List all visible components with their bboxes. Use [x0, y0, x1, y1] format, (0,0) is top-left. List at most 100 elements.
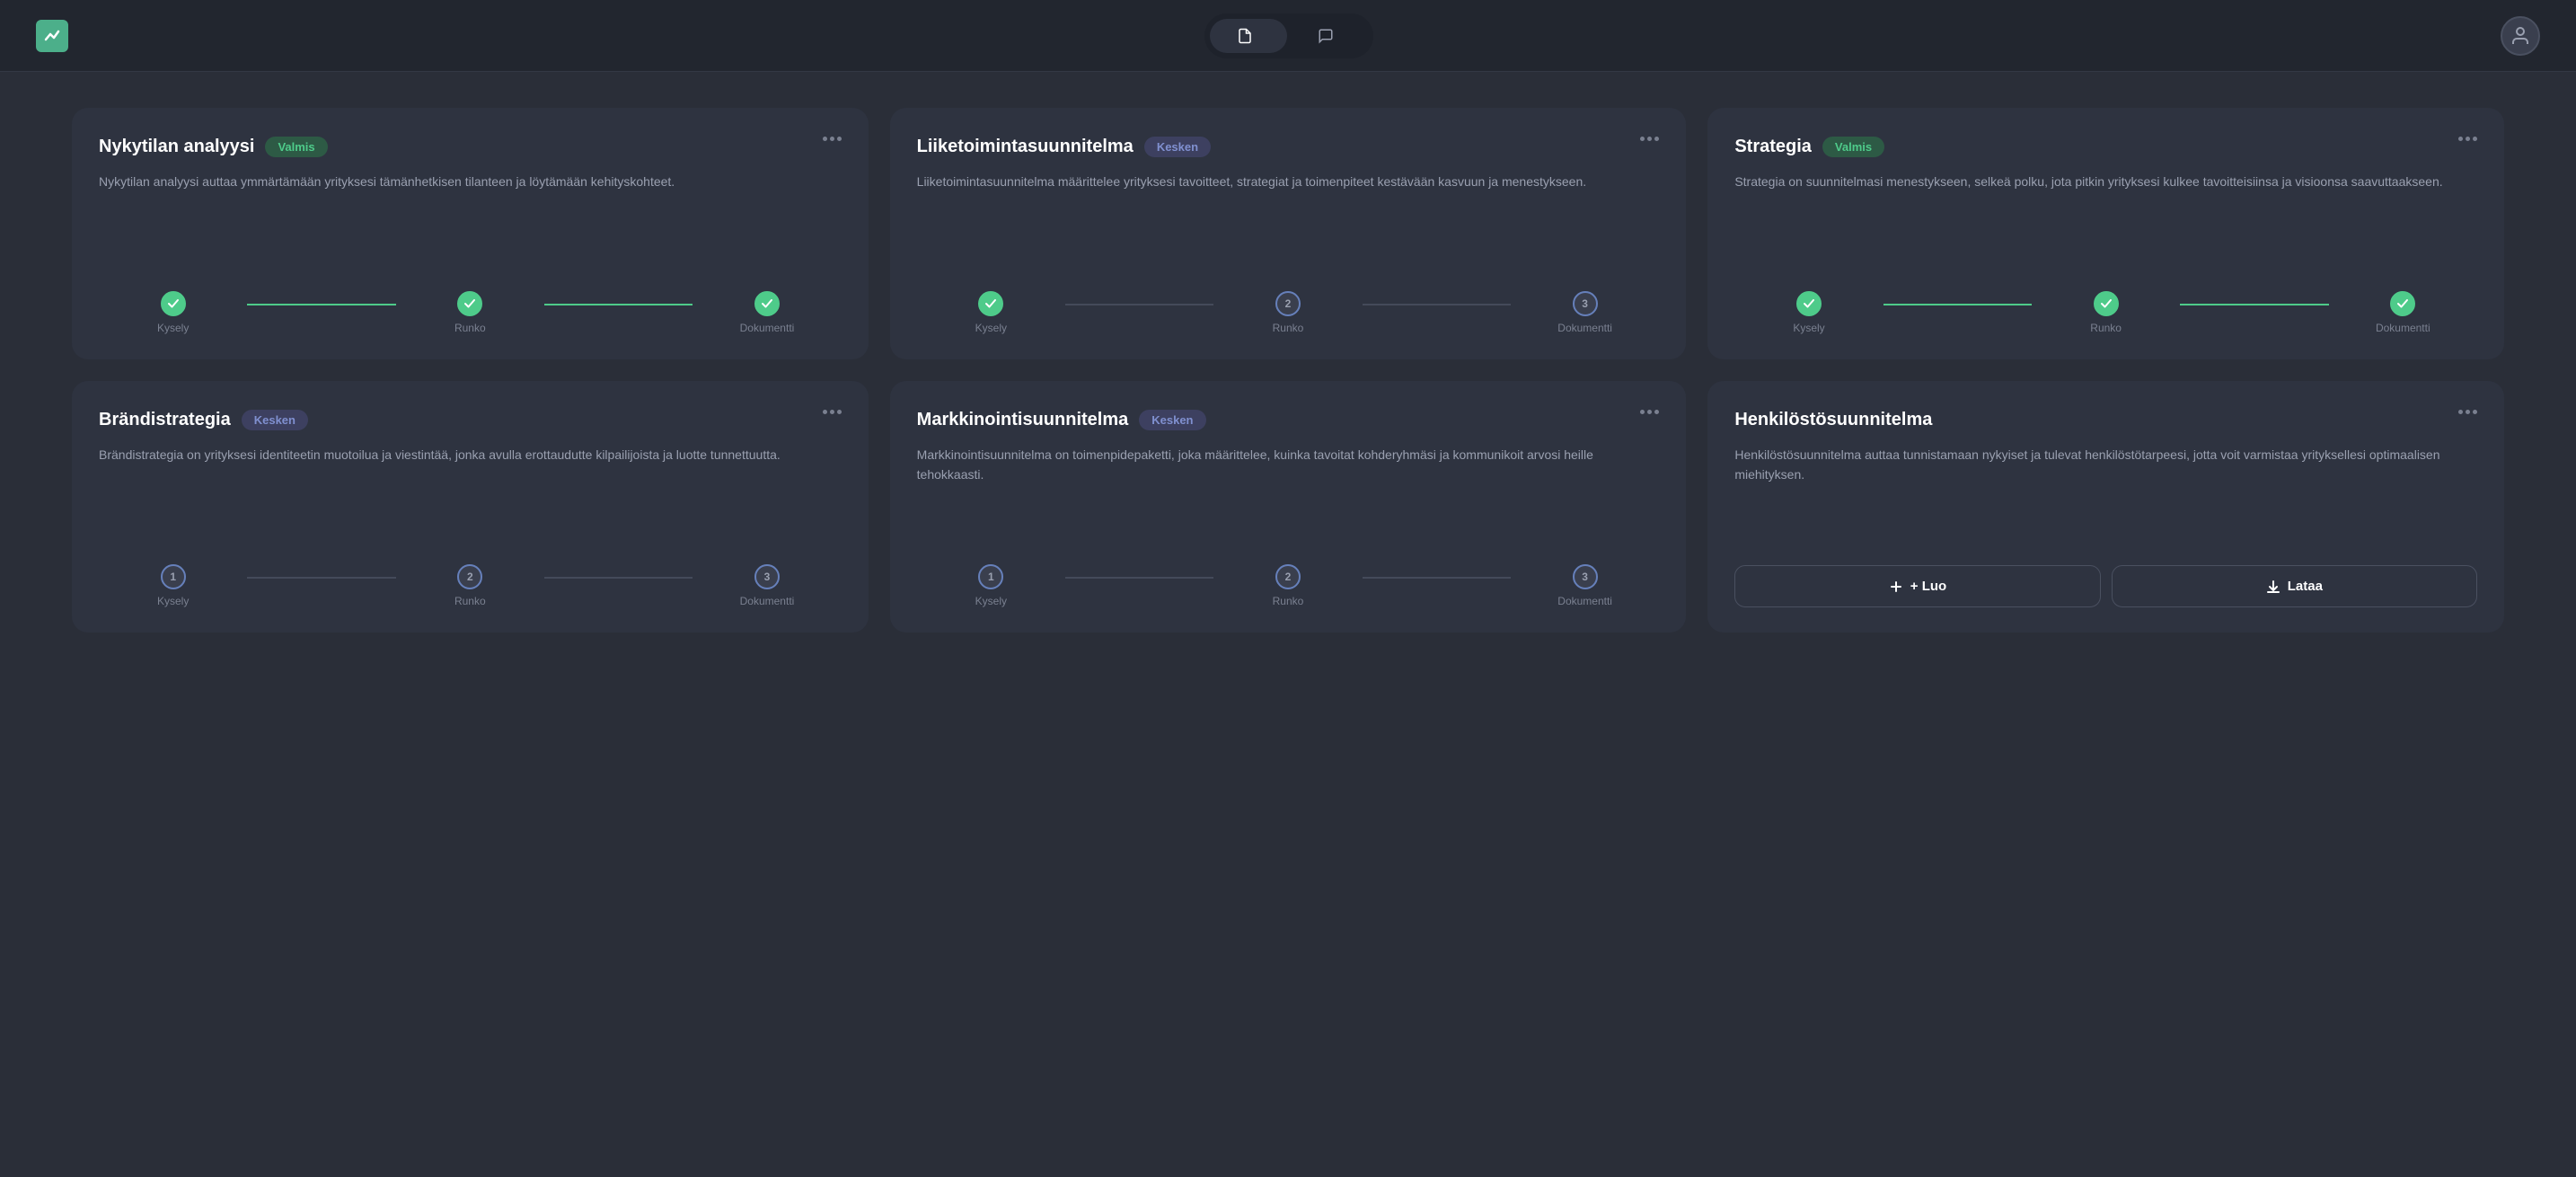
step-item: 3 Dokumentti: [1511, 564, 1659, 607]
step-circle-num: 3: [1573, 564, 1598, 589]
card-title-row: Henkilöstösuunnitelma: [1734, 410, 1932, 430]
step-label: Runko: [1273, 595, 1304, 607]
card-title-row: Strategia Valmis: [1734, 137, 1884, 157]
card-title: Markkinointisuunnitelma: [917, 410, 1129, 430]
card-liiketoimintasuunnitelma: Liiketoimintasuunnitelma Kesken Liiketoi…: [890, 108, 1687, 359]
logo-icon: [36, 20, 68, 52]
step-label: Runko: [454, 595, 486, 607]
step-label: Kysely: [1793, 322, 1824, 334]
step-label: Dokumentti: [740, 595, 795, 607]
step-circle-num: 1: [978, 564, 1003, 589]
step-connector: [544, 577, 693, 579]
step-connector: [544, 304, 693, 305]
steps-row: 1 Kysely 2 Runko 3 Dokumentti: [917, 564, 1660, 607]
step-item: Runko: [2032, 291, 2180, 334]
step-circle-done: [754, 291, 780, 316]
step-circle-num: 2: [1275, 564, 1301, 589]
step-item: Kysely: [99, 291, 247, 334]
step-circle-done: [161, 291, 186, 316]
step-item: Kysely: [1734, 291, 1883, 334]
step-label: Runko: [1273, 322, 1304, 334]
step-circle-num: 3: [1573, 291, 1598, 316]
card-title-row: Nykytilan analyysi Valmis: [99, 137, 328, 157]
step-label: Kysely: [157, 322, 189, 334]
card-header: Strategia Valmis: [1734, 137, 2477, 157]
step-item: 1 Kysely: [99, 564, 247, 607]
step-connector: [1065, 577, 1213, 579]
step-item: Runko: [396, 291, 544, 334]
more-menu-button[interactable]: [823, 137, 842, 141]
card-title: Nykytilan analyysi: [99, 137, 254, 157]
card-title: Henkilöstösuunnitelma: [1734, 410, 1932, 430]
card-markkinointisuunnitelma: Markkinointisuunnitelma Kesken Markkinoi…: [890, 381, 1687, 633]
step-connector: [247, 577, 395, 579]
step-label: Kysely: [975, 322, 1007, 334]
card-description: Strategia on suunnitelmasi menestykseen,…: [1734, 172, 2477, 270]
card-description: Brändistrategia on yrityksesi identiteet…: [99, 445, 842, 543]
card-brandistrategia: Brändistrategia Kesken Brändistrategia o…: [72, 381, 869, 633]
more-menu-button[interactable]: [823, 410, 842, 414]
step-item: Dokumentti: [693, 291, 841, 334]
step-label: Dokumentti: [1557, 595, 1612, 607]
step-connector: [1065, 304, 1213, 305]
status-badge: Kesken: [1139, 410, 1205, 430]
card-strategia: Strategia Valmis Strategia on suunnitelm…: [1707, 108, 2504, 359]
plus-icon: [1889, 580, 1903, 594]
step-circle-done: [2094, 291, 2119, 316]
step-item: 2 Runko: [1213, 291, 1362, 334]
more-menu-button[interactable]: [1640, 137, 1659, 141]
card-title-row: Brändistrategia Kesken: [99, 410, 308, 430]
user-icon: [2510, 25, 2531, 47]
card-title: Brändistrategia: [99, 410, 231, 430]
more-menu-button[interactable]: [2458, 410, 2477, 414]
nav-tyokalut[interactable]: [1210, 19, 1287, 53]
step-item: 3 Dokumentti: [693, 564, 841, 607]
step-label: Dokumentti: [2376, 322, 2430, 334]
steps-row: Kysely Runko Dokumentti: [99, 291, 842, 334]
card-title: Strategia: [1734, 137, 1812, 157]
status-badge: Valmis: [265, 137, 327, 157]
step-label: Dokumentti: [1557, 322, 1612, 334]
step-connector: [1883, 304, 2032, 305]
step-circle-done: [2390, 291, 2415, 316]
card-nykytilan-analyysi: Nykytilan analyysi Valmis Nykytilan anal…: [72, 108, 869, 359]
logo: [36, 20, 77, 52]
step-label: Kysely: [975, 595, 1007, 607]
step-item: Dokumentti: [2329, 291, 2477, 334]
card-header: Markkinointisuunnitelma Kesken: [917, 410, 1660, 430]
step-item: 2 Runko: [396, 564, 544, 607]
user-avatar[interactable]: [2501, 16, 2540, 56]
main-nav: [1204, 13, 1373, 58]
more-menu-button[interactable]: [1640, 410, 1659, 414]
step-item: Kysely: [917, 291, 1065, 334]
step-label: Dokumentti: [740, 322, 795, 334]
step-label: Runko: [2090, 322, 2122, 334]
card-header: Nykytilan analyysi Valmis: [99, 137, 842, 157]
step-connector: [1363, 577, 1511, 579]
step-item: 1 Kysely: [917, 564, 1065, 607]
step-circle-done: [1796, 291, 1822, 316]
step-circle-num: 2: [457, 564, 482, 589]
step-connector: [2180, 304, 2328, 305]
card-actions: + Luo Lataa: [1734, 565, 2477, 607]
card-header: Liiketoimintasuunnitelma Kesken: [917, 137, 1660, 157]
chat-icon: [1318, 28, 1334, 44]
steps-row: Kysely 2 Runko 3 Dokumentti: [917, 291, 1660, 334]
card-title-row: Markkinointisuunnitelma Kesken: [917, 410, 1206, 430]
more-menu-button[interactable]: [2458, 137, 2477, 141]
document-icon: [1237, 28, 1253, 44]
step-circle-num: 1: [161, 564, 186, 589]
step-item: 2 Runko: [1213, 564, 1362, 607]
nav-chat[interactable]: [1291, 19, 1368, 53]
card-description: Henkilöstösuunnitelma auttaa tunnistamaa…: [1734, 445, 2477, 544]
step-circle-num: 3: [754, 564, 780, 589]
steps-row: Kysely Runko Dokumentti: [1734, 291, 2477, 334]
step-circle-done: [978, 291, 1003, 316]
download-button[interactable]: Lataa: [2112, 565, 2477, 607]
header: [0, 0, 2576, 72]
step-item: 3 Dokumentti: [1511, 291, 1659, 334]
step-label: Kysely: [157, 595, 189, 607]
download-icon: [2266, 580, 2280, 594]
create-button[interactable]: + Luo: [1734, 565, 2100, 607]
card-description: Nykytilan analyysi auttaa ymmärtämään yr…: [99, 172, 842, 270]
